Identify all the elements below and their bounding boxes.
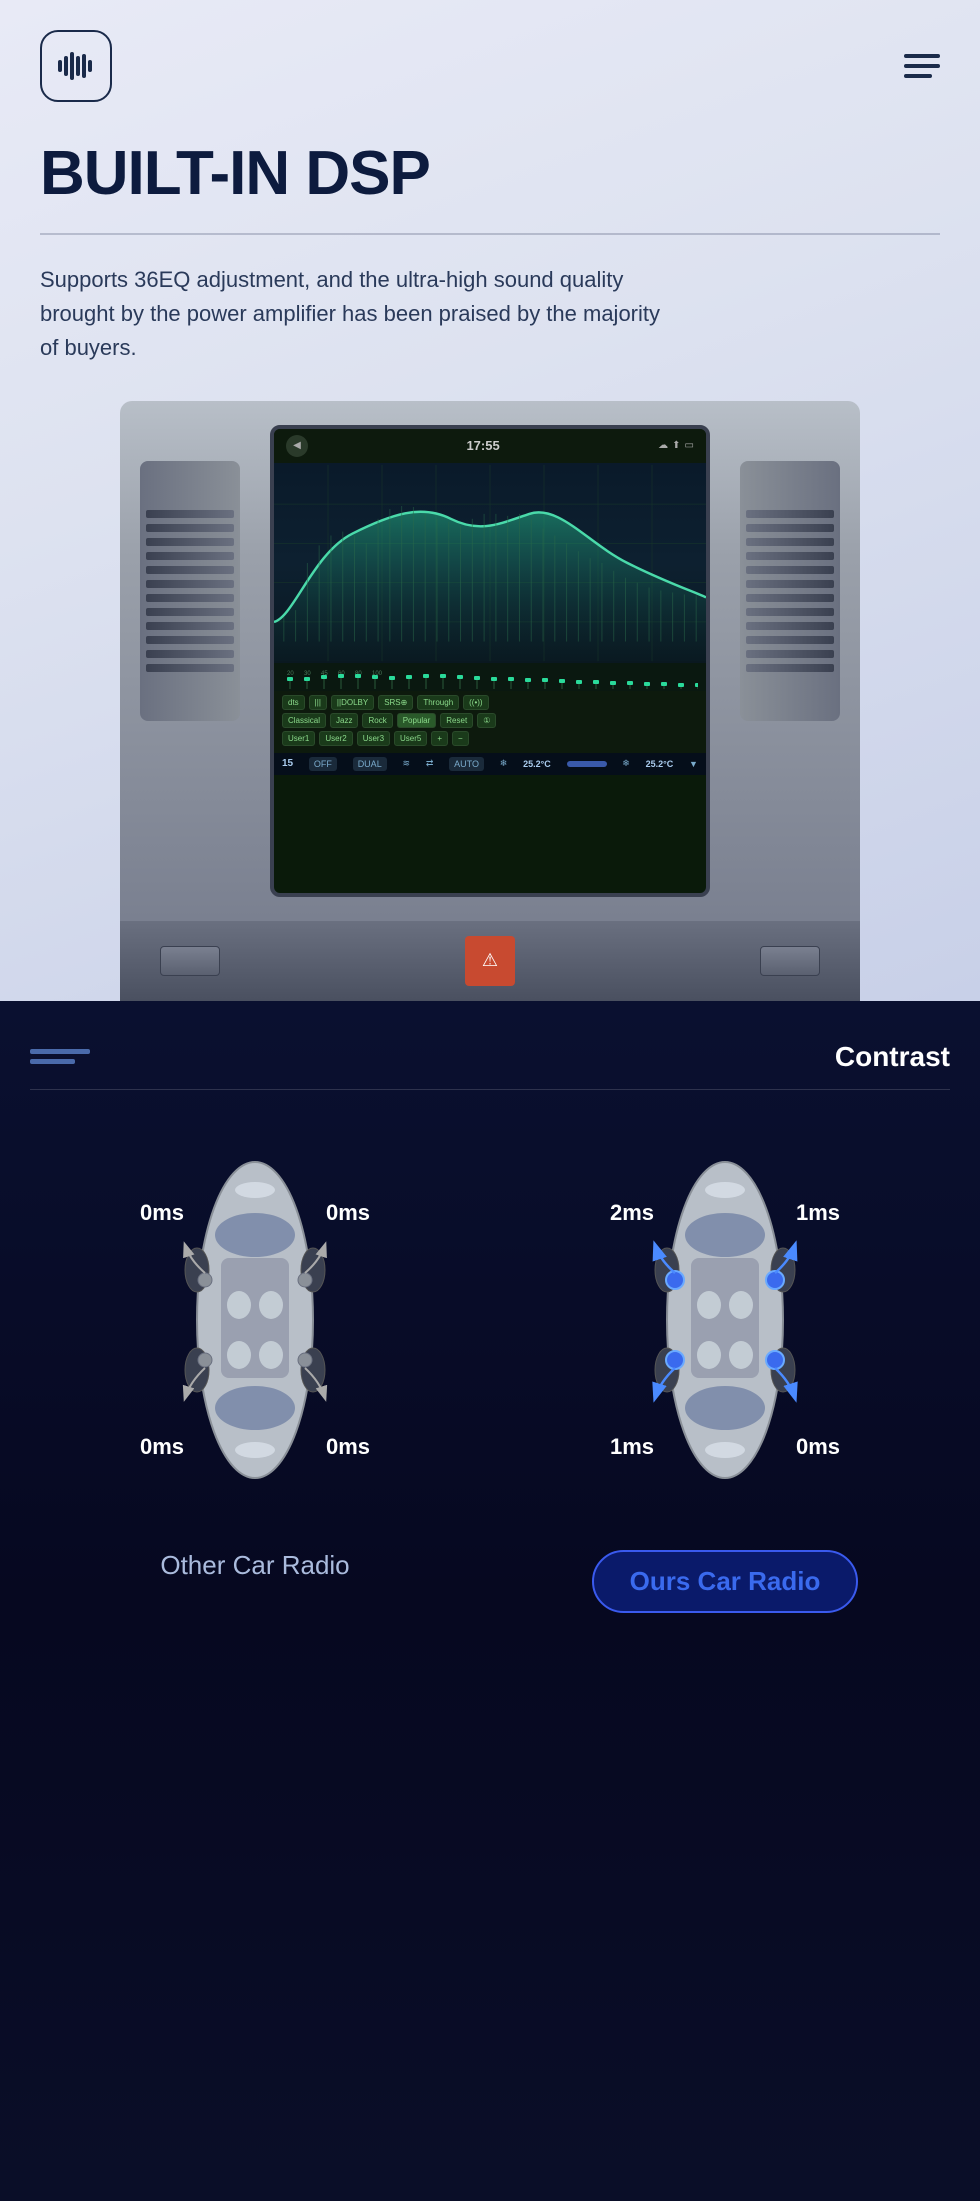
contrast-lines-icon <box>30 1049 90 1064</box>
screen-back-btn[interactable]: ◀ <box>286 435 308 457</box>
eq-user2-btn[interactable]: User2 <box>319 731 352 746</box>
climate-control-bar: 15 OFF DUAL ≋ ⇄ AUTO ❄ 25.2°C ❄ 25.2°C ▼ <box>274 753 706 775</box>
screen-statusbar: ◀ 17:55 ☁⬆▭ <box>274 429 706 463</box>
other-car-illustration <box>175 1140 335 1500</box>
left-vent <box>140 461 240 721</box>
bottom-section: Contrast 0ms 0ms 0ms 0ms <box>0 1001 980 2201</box>
right-vent <box>740 461 840 721</box>
page-title: BUILT-IN DSP <box>40 138 940 209</box>
eq-dolby-btn[interactable]: ||DOLBY <box>331 695 374 710</box>
contrast-label: Contrast <box>835 1041 950 1073</box>
screen-icons: ☁⬆▭ <box>658 440 694 451</box>
eq-circle1-btn[interactable]: ① <box>477 713 496 728</box>
eq-bbb-btn[interactable]: ||| <box>309 695 327 710</box>
eq-reset-btn[interactable]: Reset <box>440 713 473 728</box>
subtitle-text: Supports 36EQ adjustment, and the ultra-… <box>40 263 680 365</box>
fan-off-btn[interactable]: OFF <box>309 757 337 771</box>
title-divider <box>40 233 940 235</box>
temp-right: 25.2°C <box>646 759 674 769</box>
eq-btn-row-2: Classical Jazz Rock Popular Reset ① <box>282 713 698 728</box>
dash-btn-right[interactable] <box>760 946 820 976</box>
car-dash-bg: ◀ 17:55 ☁⬆▭ <box>120 401 860 921</box>
eq-popular-btn[interactable]: Popular <box>397 713 437 728</box>
car-dash-wrapper: ◀ 17:55 ☁⬆▭ <box>120 401 860 1001</box>
eq-classical-btn[interactable]: Classical <box>282 713 326 728</box>
eq-rock-btn[interactable]: Rock <box>362 713 392 728</box>
temp-left: 25.2°C <box>523 759 551 769</box>
eq-srs-btn[interactable]: SRS⊕ <box>378 695 413 710</box>
car-comparison: 0ms 0ms 0ms 0ms <box>30 1140 950 1613</box>
eq-jazz-btn[interactable]: Jazz <box>330 713 358 728</box>
logo-box <box>40 30 112 102</box>
eq-btn-row-1: dts ||| ||DOLBY SRS⊕ Through ((•)) <box>282 695 698 710</box>
svg-text:20: 20 <box>287 671 294 677</box>
header-bar <box>40 30 940 102</box>
fan-number: 15 <box>282 758 293 769</box>
contrast-header: Contrast <box>30 1041 950 1073</box>
eq-slider-row: 20 30 45 60 80 100 <box>274 663 706 691</box>
fan-auto-btn[interactable]: AUTO <box>449 757 484 771</box>
other-car-svg <box>140 1140 370 1520</box>
dsp-screen-container: ◀ 17:55 ☁⬆▭ <box>40 401 940 1001</box>
eq-btn-row-3: User1 User2 User3 User5 + − <box>282 731 698 746</box>
dsp-screen: ◀ 17:55 ☁⬆▭ <box>270 425 710 897</box>
dash-bottom-row: ⚠ <box>120 921 860 1001</box>
eq-chart-svg <box>274 463 706 663</box>
dash-btn-left[interactable] <box>160 946 220 976</box>
svg-text:30: 30 <box>304 671 311 677</box>
eq-dts-btn[interactable]: dts <box>282 695 305 710</box>
eq-controls: dts ||| ||DOLBY SRS⊕ Through ((•)) Class… <box>274 691 706 753</box>
other-car-side: 0ms 0ms 0ms 0ms <box>30 1140 480 1613</box>
fan-dual-btn[interactable]: DUAL <box>353 757 387 771</box>
ours-car-svg <box>610 1140 840 1520</box>
eq-user1-btn[interactable]: User1 <box>282 731 315 746</box>
screen-time: 17:55 <box>466 438 499 453</box>
ours-car-side: 2ms 1ms 1ms 0ms <box>500 1140 950 1613</box>
ours-car-illustration <box>645 1140 805 1500</box>
eq-through-btn[interactable]: Through <box>417 695 459 710</box>
eq-user3-btn[interactable]: User3 <box>357 731 390 746</box>
eq-plus-btn[interactable]: + <box>431 731 448 746</box>
ours-car-top-view: 2ms 1ms 1ms 0ms <box>610 1140 840 1520</box>
other-car-top-view: 0ms 0ms 0ms 0ms <box>140 1140 370 1520</box>
top-section: BUILT-IN DSP Supports 36EQ adjustment, a… <box>0 0 980 1001</box>
eq-minus-btn[interactable]: − <box>452 731 469 746</box>
hazard-button[interactable]: ⚠ <box>465 936 515 986</box>
eq-chart <box>274 463 706 663</box>
contrast-divider <box>30 1089 950 1090</box>
eq-sub-btn[interactable]: ((•)) <box>463 695 488 710</box>
eq-user5-btn[interactable]: User5 <box>394 731 427 746</box>
temp-slider[interactable] <box>567 761 607 767</box>
other-car-label: Other Car Radio <box>160 1550 349 1581</box>
ours-car-label[interactable]: Ours Car Radio <box>592 1550 859 1613</box>
hamburger-button[interactable] <box>904 54 940 78</box>
eq-sliders-svg: 20 30 45 60 80 100 <box>282 665 698 689</box>
logo-icon <box>56 46 96 86</box>
